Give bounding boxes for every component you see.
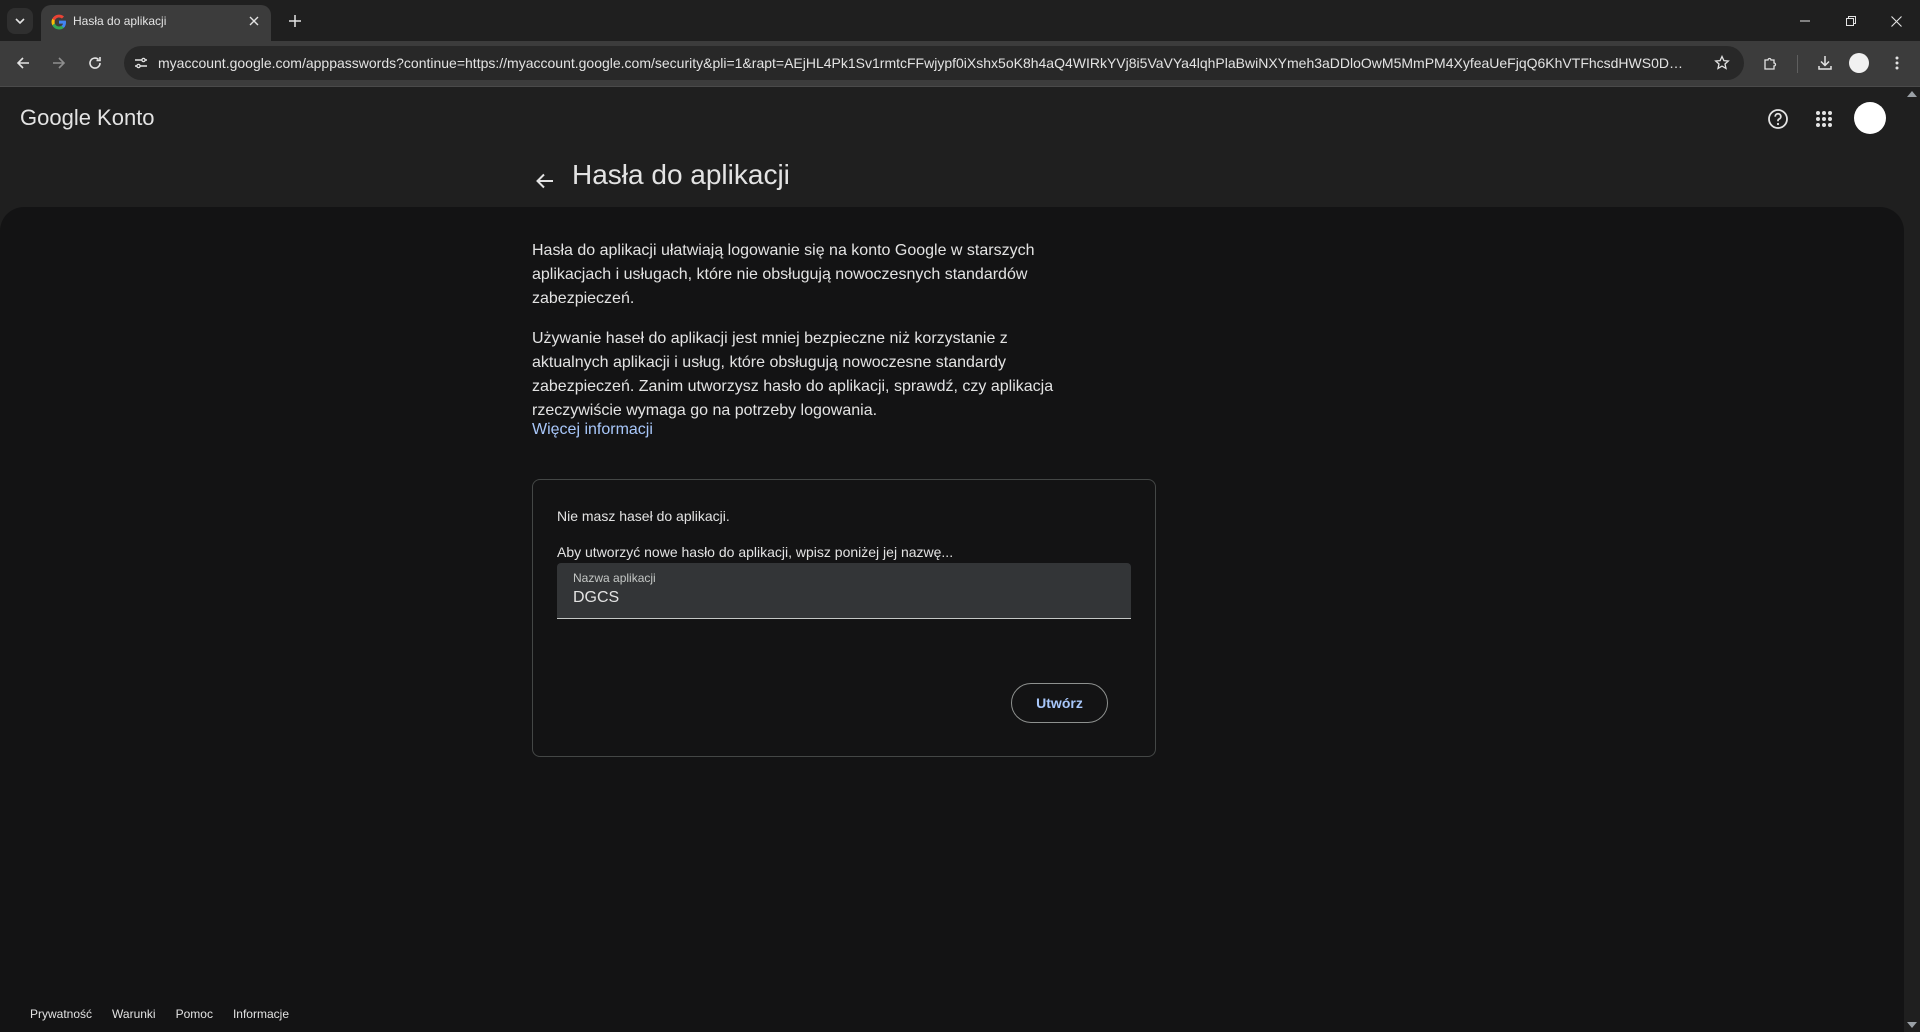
site-info-button[interactable] [132, 54, 150, 72]
reload-icon [89, 57, 101, 69]
restore-icon [1846, 16, 1856, 26]
url-text[interactable]: myaccount.google.com/apppasswords?contin… [158, 55, 1690, 71]
profile-avatar[interactable] [1849, 53, 1869, 73]
google-g-icon [51, 14, 66, 30]
restore-button[interactable] [1838, 8, 1864, 34]
downloads-button[interactable] [1810, 48, 1840, 78]
bookmark-button[interactable] [1712, 53, 1732, 73]
close-window-button[interactable] [1883, 8, 1909, 34]
tab-close-button[interactable] [245, 12, 263, 30]
minimize-button[interactable] [1792, 8, 1818, 34]
close-icon [1890, 15, 1902, 27]
account-avatar[interactable] [1854, 102, 1886, 134]
browser-menu-button[interactable] [1882, 48, 1912, 78]
reload-button[interactable] [80, 48, 110, 78]
tab-title: Hasła do aplikacji [73, 14, 167, 28]
learn-more-link[interactable]: Więcej informacji [532, 421, 653, 439]
brand-logo[interactable]: Google Konto [20, 105, 155, 131]
footer-privacy-link[interactable]: Prywatność [30, 1007, 92, 1021]
apps-grid-icon [1816, 111, 1832, 127]
close-icon [249, 16, 259, 26]
scroll-up-arrow-icon[interactable] [1907, 91, 1917, 97]
page-title: Hasła do aplikacji [572, 159, 790, 190]
arrow-right-icon [53, 57, 66, 69]
google-apps-button[interactable] [1809, 104, 1839, 134]
star-icon [1714, 55, 1730, 70]
toolbar-divider [1797, 55, 1798, 73]
back-link[interactable] [529, 165, 561, 197]
create-button[interactable]: Utwórz [1011, 683, 1108, 723]
download-icon [1818, 56, 1832, 70]
content-panel: Hasła do aplikacji ułatwiają logowanie s… [0, 207, 1904, 1032]
warning-paragraph: Używanie haseł do aplikacji jest mniej b… [532, 330, 1054, 419]
plus-icon [289, 15, 301, 27]
app-name-field[interactable]: Nazwa aplikacji [557, 563, 1131, 619]
help-icon [1768, 109, 1788, 129]
footer-terms-link[interactable]: Warunki [112, 1007, 156, 1021]
page: Google Konto Hasła do aplikacji Hasła do… [0, 87, 1904, 1032]
footer: Prywatność Warunki Pomoc Informacje [30, 1007, 289, 1021]
puzzle-icon [1764, 57, 1777, 70]
google-header: Google Konto [0, 87, 1904, 151]
arrow-left-icon [16, 57, 29, 69]
minimize-icon [1800, 20, 1810, 22]
more-vert-icon [1895, 56, 1899, 70]
browser-toolbar: myaccount.google.com/apppasswords?contin… [0, 41, 1920, 87]
chevron-down-icon [15, 18, 25, 25]
scroll-down-arrow-icon[interactable] [1907, 1022, 1917, 1028]
forward-button[interactable] [44, 48, 74, 78]
page-scrollbar[interactable] [1904, 87, 1920, 1032]
footer-about-link[interactable]: Informacje [233, 1007, 289, 1021]
arrow-left-icon [536, 173, 553, 189]
app-password-card: Nie masz haseł do aplikacji. Aby utworzy… [532, 479, 1156, 757]
create-hint-text: Aby utworzyć nowe hasło do aplikacji, wp… [557, 544, 954, 560]
empty-state-text: Nie masz haseł do aplikacji. [557, 508, 730, 524]
extensions-button[interactable] [1756, 48, 1786, 78]
tab-search-button[interactable] [7, 8, 33, 34]
intro-paragraph: Hasła do aplikacji ułatwiają logowanie s… [532, 242, 1035, 307]
new-tab-button[interactable] [282, 8, 308, 34]
app-name-label: Nazwa aplikacji [573, 571, 656, 585]
browser-tab-strip: Hasła do aplikacji [0, 0, 1920, 41]
address-bar[interactable]: myaccount.google.com/apppasswords?contin… [124, 46, 1744, 80]
browser-tab[interactable]: Hasła do aplikacji [41, 5, 271, 41]
tune-icon [135, 57, 147, 69]
footer-help-link[interactable]: Pomoc [176, 1007, 213, 1021]
help-button[interactable] [1763, 104, 1793, 134]
back-button[interactable] [8, 48, 38, 78]
app-name-input[interactable] [573, 587, 1113, 609]
